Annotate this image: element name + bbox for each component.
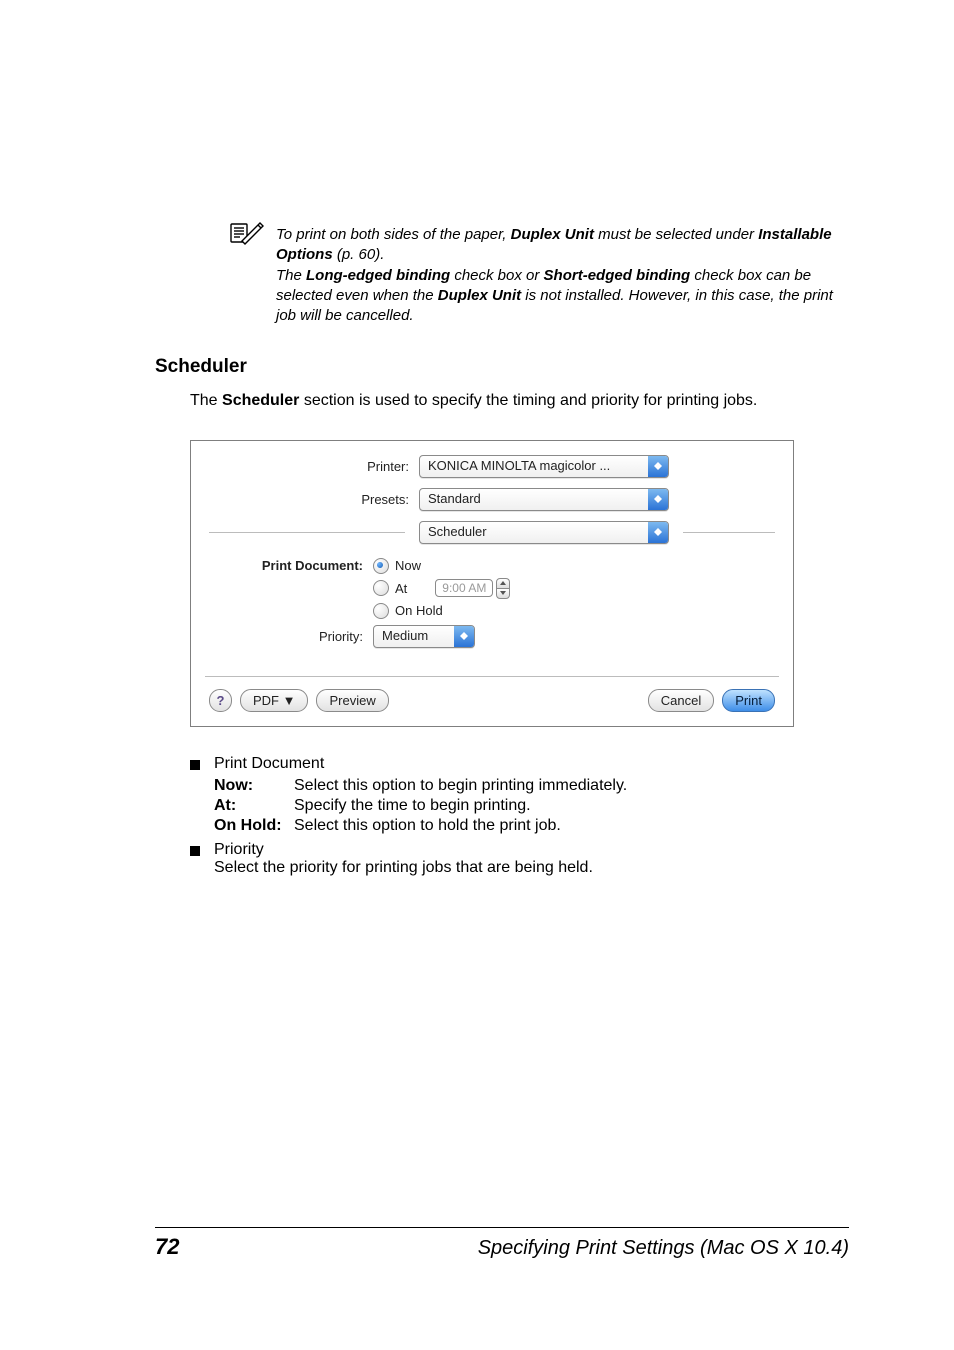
presets-dropdown-button[interactable] [648, 489, 668, 510]
note-line2a: The [276, 267, 306, 284]
presets-select[interactable]: Standard [419, 488, 669, 511]
note-duplex2: Duplex Unit [438, 287, 521, 304]
note-line2b: check box or [450, 267, 543, 284]
def-at-term: At [214, 797, 231, 814]
panel-select[interactable]: Scheduler [419, 521, 669, 544]
print-document-label: Print Document: [209, 558, 373, 619]
radio-at-label: At [395, 581, 407, 596]
footer-title: Specifying Print Settings (Mac OS X 10.4… [179, 1237, 849, 1260]
time-stepper-up[interactable] [496, 578, 510, 588]
print-button[interactable]: Print [722, 689, 775, 712]
note-line1a: To print on both sides of the paper, [276, 226, 511, 243]
time-stepper-down[interactable] [496, 588, 510, 599]
bullet-icon [190, 846, 200, 856]
divider-left [209, 532, 405, 533]
printer-select[interactable]: KONICA MINOLTA magicolor ... [419, 455, 669, 478]
pdf-button[interactable]: PDF ▼ [240, 689, 308, 712]
page-number: 72 [155, 1234, 179, 1260]
radio-now-label: Now [395, 558, 421, 573]
radio-at[interactable] [373, 580, 389, 596]
priority-select[interactable]: Medium [373, 625, 475, 648]
radio-now[interactable] [373, 558, 389, 574]
divider-right [683, 532, 775, 533]
intro-a: The [190, 392, 222, 409]
def-hold-desc: Select this option to hold the print job… [294, 817, 849, 835]
section-heading: Scheduler [155, 356, 849, 378]
panel-value: Scheduler [420, 522, 648, 543]
time-field[interactable]: 9:00 AM [435, 579, 493, 597]
def-hold-term: On Hold [214, 817, 276, 834]
cancel-button[interactable]: Cancel [648, 689, 714, 712]
pdf-button-label: PDF ▼ [253, 693, 295, 708]
radio-on-hold-label: On Hold [395, 603, 443, 618]
note-duplex: Duplex Unit [511, 226, 594, 243]
preview-button[interactable]: Preview [316, 689, 388, 712]
note-icon [230, 221, 264, 250]
duplex-note: To print on both sides of the paper, Dup… [230, 225, 849, 326]
intro-b: Scheduler [222, 392, 299, 409]
bottom-divider [205, 676, 779, 677]
def-at-desc: Specify the time to begin printing. [294, 797, 849, 815]
help-button[interactable]: ? [209, 689, 232, 712]
def-now-desc: Select this option to begin printing imm… [294, 777, 849, 795]
printer-value: KONICA MINOLTA magicolor ... [420, 456, 648, 477]
priority-label: Priority: [209, 629, 373, 644]
note-line1b: must be selected under [594, 226, 758, 243]
printer-label: Printer: [209, 459, 419, 474]
page-footer: 72 Specifying Print Settings (Mac OS X 1… [155, 1227, 849, 1260]
presets-value: Standard [420, 489, 648, 510]
bullet-priority-desc: Select the priority for printing jobs th… [214, 859, 849, 877]
bullet-icon [190, 760, 200, 770]
note-text: To print on both sides of the paper, Dup… [276, 225, 849, 326]
note-shortedge: Short-edged binding [544, 267, 691, 284]
note-pageref: (p. 60). [333, 246, 385, 263]
print-dialog: Printer: KONICA MINOLTA magicolor ... Pr… [190, 440, 794, 727]
priority-dropdown-button[interactable] [454, 626, 474, 647]
intro-c: section is used to specify the timing an… [299, 392, 757, 409]
panel-dropdown-button[interactable] [648, 522, 668, 543]
bullet-print-document: Print Document [214, 755, 849, 773]
section-intro: The Scheduler section is used to specify… [190, 390, 849, 412]
priority-value: Medium [374, 626, 454, 647]
def-now-term: Now [214, 777, 248, 794]
bullet-priority: Priority [214, 841, 849, 859]
radio-on-hold[interactable] [373, 603, 389, 619]
note-longedge: Long-edged binding [306, 267, 450, 284]
presets-label: Presets: [209, 492, 419, 507]
printer-dropdown-button[interactable] [648, 456, 668, 477]
time-stepper[interactable] [496, 578, 510, 599]
